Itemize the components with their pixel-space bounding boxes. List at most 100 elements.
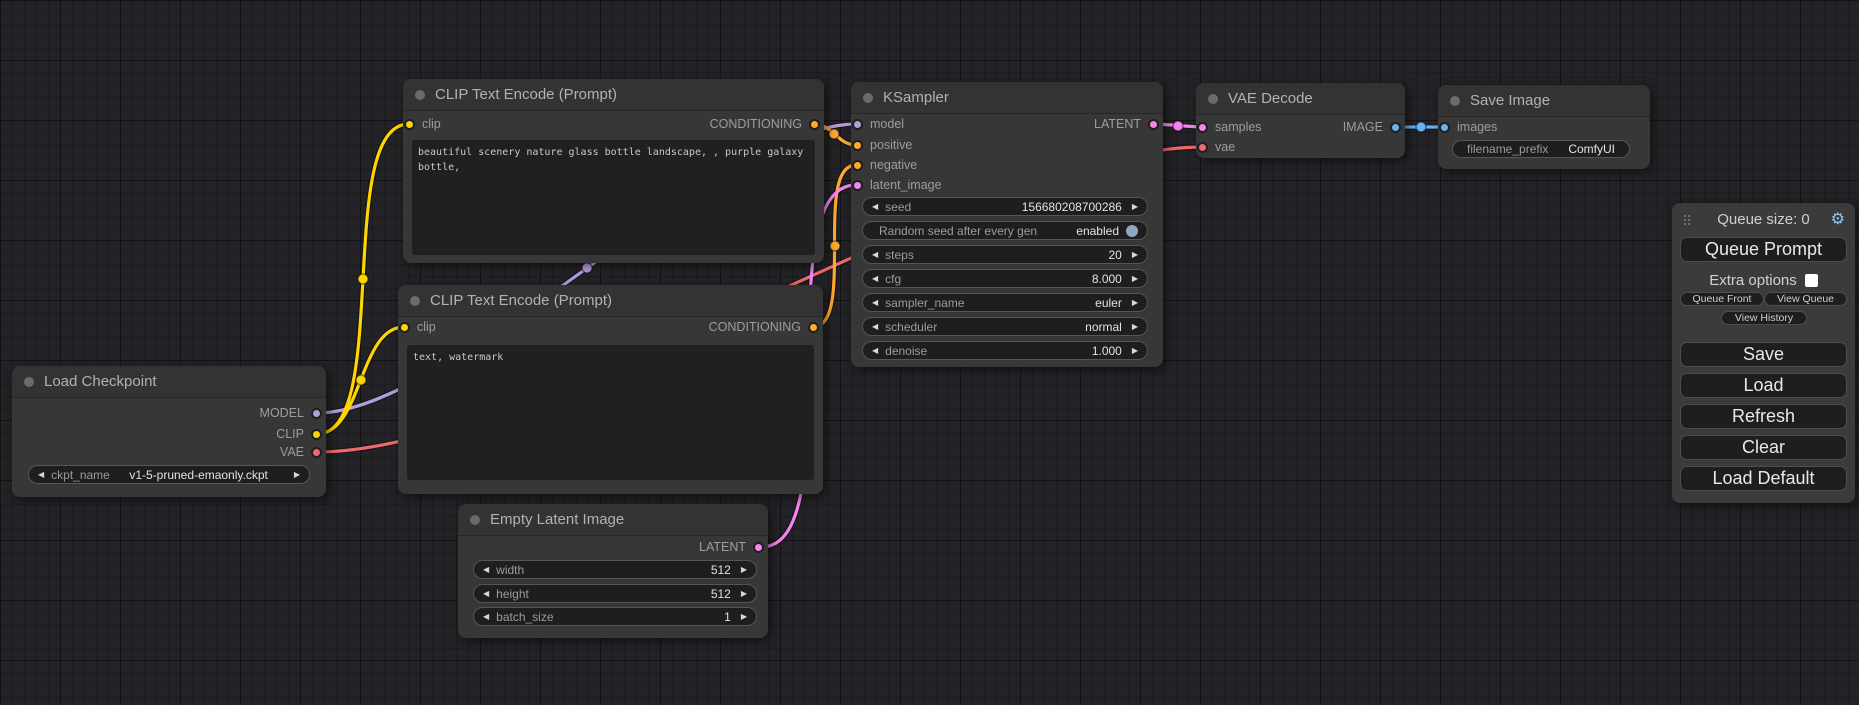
link-midpoint-dot[interactable] bbox=[582, 263, 592, 273]
node-clip-text-encode-positive[interactable]: CLIP Text Encode (Prompt) clip CONDITION… bbox=[403, 79, 824, 263]
conditioning-output-port[interactable] bbox=[809, 119, 820, 130]
increment-arrow-icon[interactable]: ▶ bbox=[1132, 322, 1138, 331]
decrement-arrow-icon[interactable]: ◀ bbox=[872, 202, 878, 211]
increment-arrow-icon[interactable]: ▶ bbox=[1132, 202, 1138, 211]
increment-arrow-icon[interactable]: ▶ bbox=[741, 589, 747, 598]
node-header[interactable]: Save Image bbox=[1438, 85, 1650, 117]
save-button[interactable]: Save bbox=[1680, 342, 1847, 367]
increment-arrow-icon[interactable]: ▶ bbox=[741, 565, 747, 574]
node-save-image[interactable]: Save Image images filename_prefix ComfyU… bbox=[1438, 85, 1650, 169]
extra-options-checkbox[interactable] bbox=[1805, 274, 1818, 287]
queue-prompt-button[interactable]: Queue Prompt bbox=[1680, 237, 1847, 262]
random-seed-toggle-widget[interactable]: Random seed after every gen enabled bbox=[862, 221, 1148, 240]
decrement-arrow-icon[interactable]: ◀ bbox=[483, 565, 489, 574]
node-title: KSampler bbox=[883, 89, 949, 106]
collapse-dot-icon[interactable] bbox=[410, 296, 420, 306]
gear-icon[interactable]: ⚙︎ bbox=[1831, 209, 1845, 229]
filename-prefix-widget[interactable]: filename_prefix ComfyUI bbox=[1452, 140, 1630, 158]
height-widget[interactable]: ◀ height 512 ▶ bbox=[473, 584, 757, 603]
slot-label: samples bbox=[1215, 120, 1262, 134]
decrement-arrow-icon[interactable]: ◀ bbox=[872, 274, 878, 283]
increment-arrow-icon[interactable]: ▶ bbox=[741, 612, 747, 621]
load-button[interactable]: Load bbox=[1680, 373, 1847, 398]
vae-output-port[interactable] bbox=[311, 447, 322, 458]
negative-input-port[interactable] bbox=[852, 160, 863, 171]
collapse-dot-icon[interactable] bbox=[1208, 94, 1218, 104]
view-history-button[interactable]: View History bbox=[1721, 311, 1807, 325]
node-header[interactable]: KSampler bbox=[851, 82, 1163, 114]
model-input-port[interactable] bbox=[852, 119, 863, 130]
latent-output-port[interactable] bbox=[753, 542, 764, 553]
view-queue-button[interactable]: View Queue bbox=[1764, 292, 1847, 306]
collapse-dot-icon[interactable] bbox=[470, 515, 480, 525]
node-header[interactable]: VAE Decode bbox=[1196, 83, 1405, 115]
model-output-port[interactable] bbox=[311, 408, 322, 419]
link-midpoint-dot[interactable] bbox=[358, 274, 368, 284]
width-widget[interactable]: ◀ width 512 ▶ bbox=[473, 560, 757, 579]
decrement-arrow-icon[interactable]: ◀ bbox=[872, 322, 878, 331]
increment-arrow-icon[interactable]: ▶ bbox=[1132, 346, 1138, 355]
samples-input-port[interactable] bbox=[1197, 122, 1208, 133]
decrement-arrow-icon[interactable]: ◀ bbox=[872, 298, 878, 307]
link-midpoint-dot[interactable] bbox=[1416, 122, 1426, 132]
clip-input-port[interactable] bbox=[399, 322, 410, 333]
vae-input-port[interactable] bbox=[1197, 142, 1208, 153]
scheduler-widget[interactable]: ◀ scheduler normal ▶ bbox=[862, 317, 1148, 336]
increment-arrow-icon[interactable]: ▶ bbox=[1132, 274, 1138, 283]
collapse-dot-icon[interactable] bbox=[415, 90, 425, 100]
slot-label: CONDITIONING bbox=[709, 320, 801, 334]
clip-output-port[interactable] bbox=[311, 429, 322, 440]
node-ksampler[interactable]: KSampler model positive negative latent_… bbox=[851, 82, 1163, 367]
decrement-arrow-icon[interactable]: ◀ bbox=[872, 346, 878, 355]
denoise-widget[interactable]: ◀ denoise 1.000 ▶ bbox=[862, 341, 1148, 360]
positive-prompt-textarea[interactable]: beautiful scenery nature glass bottle la… bbox=[412, 140, 815, 255]
slot-label: images bbox=[1457, 120, 1497, 134]
steps-widget[interactable]: ◀ steps 20 ▶ bbox=[862, 245, 1148, 264]
queue-front-button[interactable]: Queue Front bbox=[1680, 292, 1764, 306]
increment-arrow-icon[interactable]: ▶ bbox=[1132, 298, 1138, 307]
link-midpoint-dot[interactable] bbox=[356, 375, 366, 385]
positive-input-port[interactable] bbox=[852, 140, 863, 151]
increment-arrow-icon[interactable]: ▶ bbox=[294, 470, 300, 479]
negative-prompt-textarea[interactable]: text, watermark bbox=[407, 345, 814, 480]
node-header[interactable]: CLIP Text Encode (Prompt) bbox=[398, 285, 823, 317]
ckpt-name-widget[interactable]: ◀ ckpt_name v1-5-pruned-emaonly.ckpt ▶ bbox=[28, 465, 310, 484]
node-empty-latent-image[interactable]: Empty Latent Image LATENT ◀ width 512 ▶ … bbox=[458, 504, 768, 638]
clip-input-port[interactable] bbox=[404, 119, 415, 130]
load-default-button[interactable]: Load Default bbox=[1680, 466, 1847, 491]
clear-button[interactable]: Clear bbox=[1680, 435, 1847, 460]
increment-arrow-icon[interactable]: ▶ bbox=[1132, 250, 1138, 259]
node-load-checkpoint[interactable]: Load Checkpoint MODEL CLIP VAE ◀ ckpt_na… bbox=[12, 366, 326, 497]
node-header[interactable]: CLIP Text Encode (Prompt) bbox=[403, 79, 824, 111]
decrement-arrow-icon[interactable]: ◀ bbox=[483, 612, 489, 621]
collapse-dot-icon[interactable] bbox=[1450, 96, 1460, 106]
slot-label: negative bbox=[870, 158, 917, 172]
link-midpoint-dot[interactable] bbox=[1173, 121, 1183, 131]
node-clip-text-encode-negative[interactable]: CLIP Text Encode (Prompt) clip CONDITION… bbox=[398, 285, 823, 494]
widget-value: enabled bbox=[1076, 224, 1119, 238]
images-input-port[interactable] bbox=[1439, 122, 1450, 133]
decrement-arrow-icon[interactable]: ◀ bbox=[38, 470, 44, 479]
input-slot-vae: vae bbox=[1196, 137, 1235, 157]
refresh-button[interactable]: Refresh bbox=[1680, 404, 1847, 429]
sampler-name-widget[interactable]: ◀ sampler_name euler ▶ bbox=[862, 293, 1148, 312]
batch-size-widget[interactable]: ◀ batch_size 1 ▶ bbox=[473, 607, 757, 626]
node-header[interactable]: Load Checkpoint bbox=[12, 366, 326, 398]
queue-panel[interactable]: Queue size: 0 ⚙︎ Queue Prompt Extra opti… bbox=[1672, 203, 1855, 503]
collapse-dot-icon[interactable] bbox=[863, 93, 873, 103]
collapse-dot-icon[interactable] bbox=[24, 377, 34, 387]
latent-image-input-port[interactable] bbox=[852, 180, 863, 191]
conditioning-output-port[interactable] bbox=[808, 322, 819, 333]
latent-output-port[interactable] bbox=[1148, 119, 1159, 130]
node-vae-decode[interactable]: VAE Decode samples vae IMAGE bbox=[1196, 83, 1405, 158]
link-midpoint-dot[interactable] bbox=[830, 241, 840, 251]
seed-widget[interactable]: ◀ seed 156680208700286 ▶ bbox=[862, 197, 1148, 216]
node-canvas[interactable]: { "colors": { "model": "#B39DDB", "clip"… bbox=[0, 0, 1859, 705]
decrement-arrow-icon[interactable]: ◀ bbox=[483, 589, 489, 598]
decrement-arrow-icon[interactable]: ◀ bbox=[872, 250, 878, 259]
image-output-port[interactable] bbox=[1390, 122, 1401, 133]
toggle-enabled-icon[interactable] bbox=[1126, 225, 1138, 237]
cfg-widget[interactable]: ◀ cfg 8.000 ▶ bbox=[862, 269, 1148, 288]
node-header[interactable]: Empty Latent Image bbox=[458, 504, 768, 536]
link-midpoint-dot[interactable] bbox=[829, 129, 839, 139]
